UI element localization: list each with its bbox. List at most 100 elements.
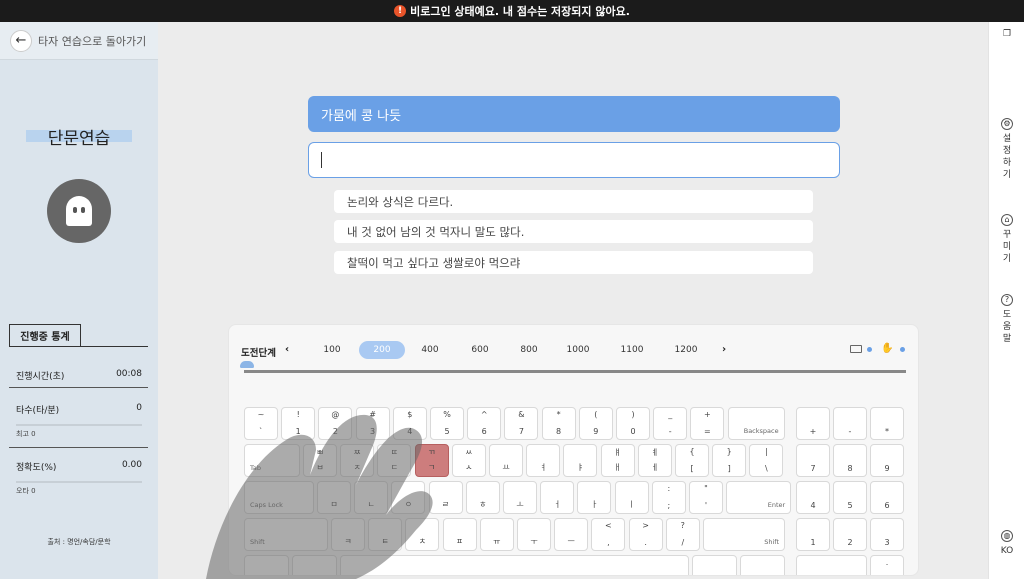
keyboard-toggle-icon[interactable] bbox=[850, 345, 862, 353]
key-shift-left[interactable]: Shift bbox=[244, 518, 328, 551]
numpad-+[interactable]: + bbox=[796, 407, 830, 440]
help-button[interactable]: ? 도 움 말 bbox=[989, 294, 1024, 345]
key-label: 9 bbox=[884, 464, 890, 473]
key-6[interactable]: ^ 6 bbox=[467, 407, 502, 440]
key-ㅎ[interactable]: ㅎ bbox=[465, 481, 500, 514]
chevron-right-icon[interactable]: › bbox=[722, 344, 726, 355]
level-option-100[interactable]: 100 bbox=[309, 341, 355, 359]
key-ㅍ[interactable]: ㅍ bbox=[442, 518, 477, 551]
key-ctrl-right[interactable]: Ctrl bbox=[740, 555, 785, 575]
key-enter[interactable]: Enter bbox=[726, 481, 792, 514]
level-option-800[interactable]: 800 bbox=[506, 341, 552, 359]
key-ㅕ[interactable]: ㅕ bbox=[526, 444, 561, 477]
numpad--[interactable]: - bbox=[833, 407, 867, 440]
key-1[interactable]: ! 1 bbox=[281, 407, 316, 440]
key-][interactable]: }] bbox=[712, 444, 747, 477]
key-tab[interactable]: Tab bbox=[244, 444, 300, 477]
key-ㅌ[interactable]: ㅌ bbox=[368, 518, 403, 551]
chevron-left-icon[interactable]: ‹ bbox=[285, 344, 289, 355]
key-`[interactable]: ~ ` bbox=[244, 407, 278, 440]
key-ㅊ[interactable]: ㅊ bbox=[405, 518, 440, 551]
numpad-1[interactable]: 1 bbox=[796, 518, 830, 551]
level-option-1100[interactable]: 1100 bbox=[609, 341, 655, 359]
key-ctrl-left[interactable]: Ctrl bbox=[244, 555, 289, 575]
key-ㅑ[interactable]: ㅑ bbox=[563, 444, 598, 477]
key-'[interactable]: " ' bbox=[689, 481, 723, 514]
numpad-8[interactable]: 8 bbox=[833, 444, 867, 477]
numpad-4[interactable]: 4 bbox=[796, 481, 830, 514]
key-label: Alt bbox=[298, 575, 307, 576]
keyboard-toggle-dot bbox=[867, 347, 872, 352]
key-ㅋ[interactable]: ㅋ bbox=[331, 518, 365, 551]
key-,[interactable]: <, bbox=[591, 518, 626, 551]
back-to-typing-button[interactable]: ← 타자 연습으로 돌아가기 bbox=[0, 22, 158, 60]
numpad-del[interactable]: . Del bbox=[870, 555, 904, 575]
key-caps-lock[interactable]: Caps Lock bbox=[244, 481, 314, 514]
typing-input[interactable] bbox=[308, 142, 840, 178]
key-8[interactable]: * 8 bbox=[541, 407, 576, 440]
key-4[interactable]: $4 bbox=[392, 407, 427, 440]
level-option-1200[interactable]: 1200 bbox=[663, 341, 709, 359]
numpad-0[interactable]: 0 bbox=[796, 555, 867, 575]
key-ㅅ[interactable]: ㅆㅅ bbox=[451, 444, 486, 477]
key-backspace[interactable]: Backspace bbox=[727, 407, 785, 440]
numpad-3[interactable]: 3 bbox=[870, 518, 904, 551]
key-3[interactable]: #3 bbox=[355, 407, 390, 440]
numpad-2[interactable]: 2 bbox=[833, 518, 867, 551]
language-button[interactable]: ◍ KO bbox=[989, 530, 1024, 557]
key-label: ~ bbox=[257, 410, 265, 419]
key-/[interactable]: ? / bbox=[665, 518, 700, 551]
key-shift-right[interactable]: Shift bbox=[703, 518, 785, 551]
key-=[interactable]: + = bbox=[690, 407, 725, 440]
level-option-200[interactable]: 200 bbox=[359, 341, 405, 359]
numpad-7[interactable]: 7 bbox=[796, 444, 830, 477]
numpad-*[interactable]: * bbox=[870, 407, 904, 440]
key-ㅐ[interactable]: ㅒㅐ bbox=[600, 444, 635, 477]
key-ㄷ[interactable]: ㄸㄷ bbox=[377, 444, 412, 477]
key-ㅇ[interactable]: ㅇ bbox=[391, 481, 426, 514]
hand-toggle-icon[interactable]: ✋ bbox=[881, 343, 893, 354]
key-ㅏ[interactable]: ㅏ bbox=[577, 481, 612, 514]
key-ㅓ[interactable]: ㅓ bbox=[540, 481, 575, 514]
key-ㅗ[interactable]: ㅗ bbox=[503, 481, 537, 514]
key--[interactable]: _ - bbox=[653, 407, 688, 440]
level-option-600[interactable]: 600 bbox=[457, 341, 503, 359]
key-label: ㄴ bbox=[367, 500, 375, 509]
numpad-9[interactable]: 9 bbox=[870, 444, 904, 477]
window-icon[interactable]: ❐ bbox=[989, 28, 1024, 40]
key-label: ㅖ bbox=[651, 448, 659, 457]
key-ㅁ[interactable]: ㅁ bbox=[317, 481, 351, 514]
settings-label: 설 정 하 기 bbox=[1002, 134, 1012, 180]
key-ㄹ[interactable]: ㄹ bbox=[428, 481, 463, 514]
key-ㅂ[interactable]: ㅃㅂ bbox=[303, 444, 337, 477]
decorate-button[interactable]: ⌂ 꾸 미 기 bbox=[989, 214, 1024, 265]
key-space[interactable] bbox=[340, 555, 689, 575]
key-ㅣ[interactable]: ㅣ bbox=[614, 481, 649, 514]
numpad-6[interactable]: 6 bbox=[870, 481, 904, 514]
key-ㅈ[interactable]: ㅉㅈ bbox=[340, 444, 375, 477]
key-.[interactable]: >. bbox=[628, 518, 663, 551]
key-0[interactable]: ) 0 bbox=[616, 407, 650, 440]
numpad-5[interactable]: 5 bbox=[833, 481, 867, 514]
key-ㄱ[interactable]: ㄲㄱ bbox=[414, 444, 449, 477]
level-option-400[interactable]: 400 bbox=[407, 341, 453, 359]
key-label: * bbox=[556, 410, 561, 419]
key-ㅜ[interactable]: ㅜ bbox=[517, 518, 551, 551]
key-5[interactable]: % 5 bbox=[430, 407, 464, 440]
key-alt-right[interactable]: Alt bbox=[692, 555, 737, 575]
key-ㅔ[interactable]: ㅖㅔ bbox=[637, 444, 672, 477]
key-alt-left[interactable]: Alt bbox=[292, 555, 337, 576]
key-ㄴ[interactable]: ㄴ bbox=[354, 481, 389, 514]
key-2[interactable]: @2 bbox=[318, 407, 353, 440]
key-\[interactable]: | \ bbox=[749, 444, 784, 477]
settings-button[interactable]: ⚙ 설 정 하 기 bbox=[989, 118, 1024, 181]
level-option-1000[interactable]: 1000 bbox=[555, 341, 601, 359]
key-label: 5 bbox=[847, 501, 853, 510]
key-9[interactable]: (9 bbox=[578, 407, 613, 440]
key-ㅡ[interactable]: ㅡ bbox=[554, 518, 589, 551]
key-;[interactable]: :; bbox=[651, 481, 686, 514]
key-7[interactable]: & 7 bbox=[504, 407, 539, 440]
key-ㅠ[interactable]: ㅠ bbox=[479, 518, 514, 551]
key-[[interactable]: {[ bbox=[675, 444, 709, 477]
key-ㅛ[interactable]: ㅛ bbox=[489, 444, 523, 477]
